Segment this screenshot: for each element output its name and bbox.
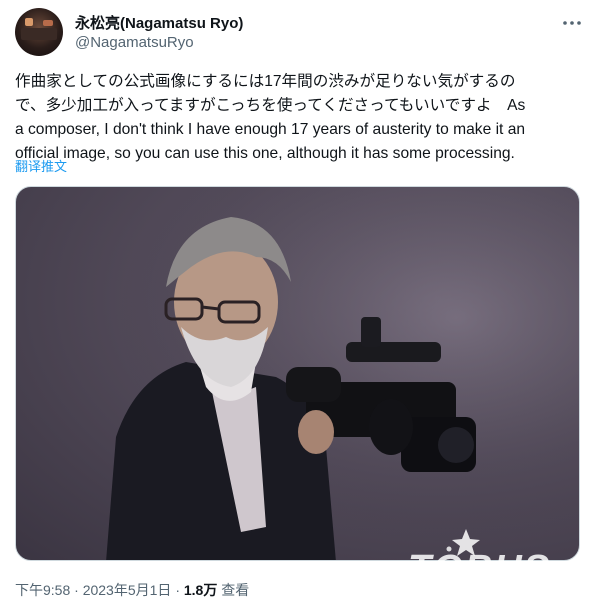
tweet-text-line: 作曲家としての公式画像にするには17年間の渋みが足りない気がするの xyxy=(15,73,516,90)
meta-separator: · xyxy=(74,582,79,598)
tweet-photo[interactable] xyxy=(15,186,580,561)
avatar[interactable] xyxy=(15,8,63,56)
author-display-name[interactable]: 永松亮(Nagamatsu Ryo) xyxy=(75,12,243,33)
tweet-text: 作曲家としての公式画像にするには17年間の渋みが足りない気がするの で、多少加工… xyxy=(15,70,590,166)
tweet-text-line: で、多少加工が入ってますがこっちを使ってくださってもいいですよ As xyxy=(15,97,526,114)
tweet-text-line: a composer, I don't think I have enough … xyxy=(15,121,526,138)
meta-separator: · xyxy=(175,582,180,598)
tweet-text-line: official image, so you can use this one,… xyxy=(15,145,515,162)
author-handle[interactable]: @NagamatsuRyo xyxy=(75,34,194,51)
tweet-meta: 下午9:58 · 2023年5月1日 · 1.8万 查看 xyxy=(15,580,249,600)
views-count: 1.8万 xyxy=(183,582,218,598)
tweet-date[interactable]: 2023年5月1日 xyxy=(83,582,172,598)
more-horizontal-icon[interactable] xyxy=(561,12,583,34)
tweet: 永松亮(Nagamatsu Ryo) @NagamatsuRyo 作曲家としての… xyxy=(0,0,596,608)
camera-man-photo xyxy=(16,187,579,560)
tweet-time[interactable]: 下午9:58 xyxy=(15,582,70,598)
translate-tweet-link[interactable]: 翻译推文 xyxy=(15,156,67,175)
views-label: 查看 xyxy=(221,582,250,598)
watermark-logo: TGBUS xyxy=(408,548,551,590)
